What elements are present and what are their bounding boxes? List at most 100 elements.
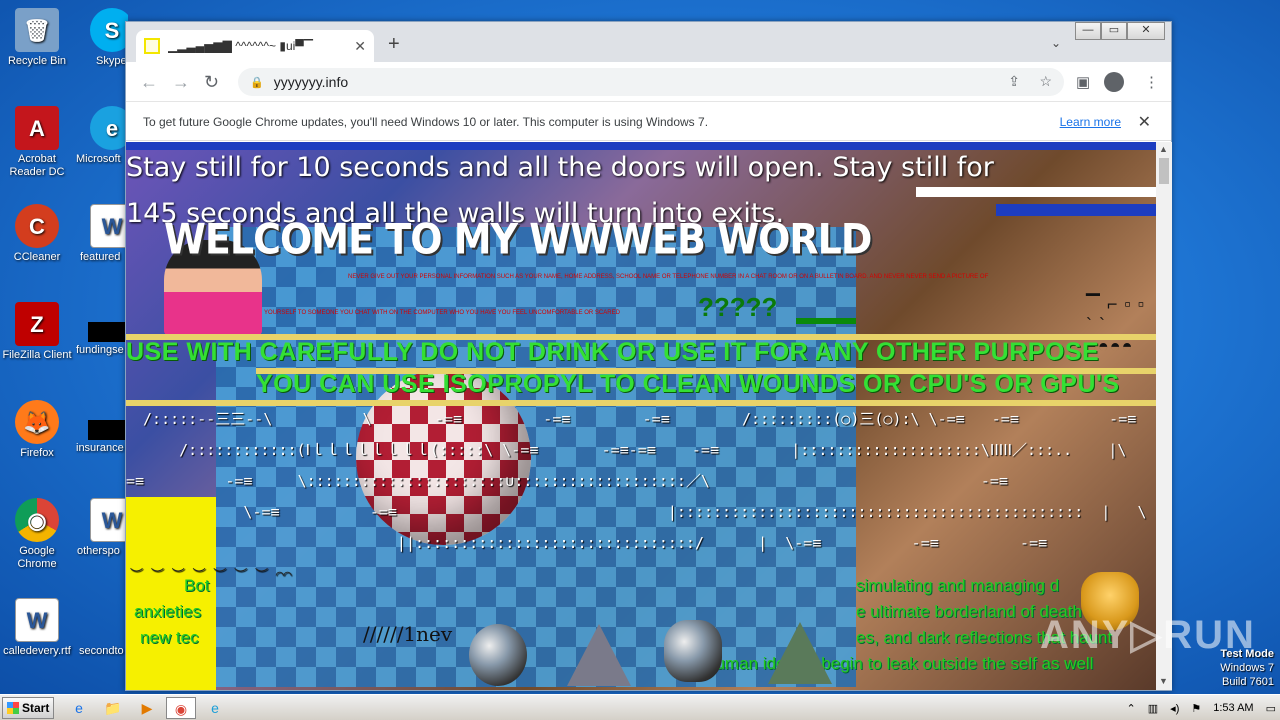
- tab-close-icon[interactable]: ✕: [354, 38, 366, 55]
- volume-icon[interactable]: ◂): [1170, 702, 1179, 715]
- green-text-left: Bot: [184, 576, 210, 595]
- windows-version-text: Windows 7: [1220, 662, 1274, 674]
- maximize-button[interactable]: ▭: [1101, 22, 1127, 40]
- safety-warning-2: YOURSELF TO SOMEONE YOU CHAT WITH ON THE…: [264, 310, 620, 316]
- learn-more-link[interactable]: Learn more: [1060, 115, 1121, 129]
- tray-arrow-icon[interactable]: ⌃: [1127, 702, 1136, 715]
- desktop-icon-label: Recycle Bin: [7, 55, 67, 67]
- pyramid-image: [768, 622, 832, 684]
- explorer-taskbar-icon[interactable]: 📁: [98, 697, 128, 719]
- ascii-art-row: /::::::::::::(Ⅰｌｌｌｌｌｌｌｌ(:::::\ \-=≡ -=≡-…: [179, 441, 1127, 459]
- blue-stripe: [126, 142, 1156, 150]
- forward-button[interactable]: →: [172, 72, 190, 92]
- insurance-icon[interactable]: insurance: [74, 410, 128, 455]
- address-bar[interactable]: 🔒 yyyyyyy.info ⇪ ☆: [238, 68, 1064, 96]
- page-scrollbar[interactable]: ▲ ▼: [1156, 142, 1172, 690]
- share-icon[interactable]: ⇪ ☆: [1008, 73, 1052, 90]
- green-text-right: simulating and managing d: [856, 576, 1060, 595]
- tab-title: ▁▂▃▄▅▆▇ ^^^^^^~ ▮ui▀▔: [168, 39, 314, 53]
- desktop-icon-label: CCleaner: [13, 251, 61, 263]
- show-desktop-icon[interactable]: ▭: [1266, 702, 1276, 715]
- lock-icon[interactable]: 🔒: [250, 76, 264, 89]
- scroll-down-icon[interactable]: ▼: [1159, 676, 1168, 686]
- browser-toolbar: ← → ↻ 🔒 yyyyyyy.info ⇪ ☆ ▣ ⋮: [126, 62, 1171, 102]
- file-thumbnail-icon: [88, 420, 128, 440]
- system-tray: ⌃ ▥ ◂) ⚑ 1:53 AM ▭: [1127, 695, 1280, 720]
- browser-window: ▁▂▃▄▅▆▇ ^^^^^^~ ▮ui▀▔ ✕ + ⌄ — ▭ ✕ ← → ↻ …: [125, 21, 1172, 691]
- update-infobar: To get future Google Chrome updates, you…: [126, 103, 1171, 141]
- desktop-icon-label: featured: [80, 251, 121, 263]
- green-bar: [796, 318, 856, 324]
- ascii-art-row: ||:::::::::::::::::::::::::::::::/ | \-=…: [396, 534, 1048, 552]
- word-doc-icon: W: [90, 498, 128, 542]
- windows-logo-icon: [7, 702, 19, 714]
- clock[interactable]: 1:53 AM: [1213, 702, 1253, 714]
- featured-doc-icon[interactable]: W featured: [74, 204, 128, 264]
- white-stripe: [916, 187, 1156, 197]
- edge-logo-icon: e: [90, 106, 128, 150]
- chrome-taskbar-icon[interactable]: ◉: [166, 697, 196, 719]
- network-icon[interactable]: ▥: [1148, 702, 1158, 715]
- close-window-button[interactable]: ✕: [1127, 22, 1165, 40]
- skype-icon[interactable]: S Skype: [74, 8, 128, 68]
- edge-taskbar-icon[interactable]: e: [200, 697, 230, 719]
- minimize-button[interactable]: —: [1075, 22, 1101, 40]
- firefox-logo-icon: 🦊: [15, 400, 59, 444]
- browser-tab[interactable]: ▁▂▃▄▅▆▇ ^^^^^^~ ▮ui▀▔ ✕: [136, 30, 374, 62]
- word-doc-icon: W: [15, 598, 59, 642]
- desktop-icon-label: insurance: [76, 442, 124, 454]
- ccleaner-icon[interactable]: C CCleaner: [0, 204, 74, 264]
- url-text[interactable]: yyyyyyy.info: [274, 74, 348, 90]
- start-label: Start: [22, 701, 50, 715]
- desktop-icon-label: Firefox: [20, 447, 54, 459]
- recycle-bin-icon[interactable]: 🗑 Recycle Bin: [0, 8, 74, 68]
- google-chrome-icon[interactable]: ◉ Google Chrome: [0, 498, 74, 571]
- warning-line-2: YOU CAN USE ISOPROPYL TO CLEAN WOUNDS OR…: [256, 370, 1120, 398]
- scroll-up-icon[interactable]: ▲: [1159, 144, 1168, 154]
- filezilla-icon[interactable]: Z FileZilla Client: [0, 302, 74, 362]
- side-panel-icon[interactable]: ▣: [1076, 73, 1090, 91]
- trash-icon: 🗑: [15, 8, 59, 52]
- fundingse-icon[interactable]: fundingse: [74, 312, 128, 357]
- microsoft-edge-icon[interactable]: e Microsoft: [74, 106, 128, 166]
- desktop-icon-label: fundingse: [76, 344, 124, 356]
- chrome-logo-icon: ◉: [15, 498, 59, 542]
- ie-taskbar-icon[interactable]: e: [64, 697, 94, 719]
- welcome-heading: WELCOME TO MY WWWEB WORLD: [164, 214, 872, 264]
- firefox-icon[interactable]: 🦊 Firefox: [0, 400, 74, 460]
- desktop-icon-label: Skype: [96, 55, 127, 67]
- action-flag-icon[interactable]: ⚑: [1191, 702, 1201, 715]
- question-marks: ?????: [698, 292, 778, 322]
- desktop-icon-label: Microsoft: [76, 153, 121, 165]
- infobar-close-icon[interactable]: ✕: [1138, 112, 1151, 132]
- tab-search-icon[interactable]: ⌄: [1051, 36, 1061, 50]
- file-thumbnail-icon: [79, 598, 123, 642]
- secondto-icon[interactable]: secondto: [74, 598, 128, 658]
- warning-line-1: USE WITH CAREFULLY DO NOT DRINK OR USE I…: [126, 338, 1100, 366]
- green-text-left: new tec: [140, 628, 199, 647]
- ascii-curves: ︶ ︶ ︶ ︶ ︶ ︶ ︶ ◠◠: [130, 568, 292, 583]
- ascii-art-row: /:::::--三三--\ \ -=≡ -=≡ -=≡ /:::::::::(○…: [134, 410, 1137, 428]
- new-tab-button[interactable]: +: [388, 34, 400, 54]
- menu-kebab-icon[interactable]: ⋮: [1144, 73, 1159, 91]
- test-mode-label: Test Mode Windows 7 Build 7601: [1220, 647, 1274, 689]
- start-button[interactable]: Start: [2, 697, 54, 719]
- acrobat-reader-icon[interactable]: A Acrobat Reader DC: [0, 106, 74, 179]
- web-page-content: Stay still for 10 seconds and all the do…: [126, 142, 1156, 690]
- ccleaner-logo-icon: C: [15, 204, 59, 248]
- slash-text: //////1nev: [363, 622, 453, 646]
- green-text-left: anxieties: [134, 602, 202, 621]
- scroll-thumb[interactable]: [1159, 158, 1169, 184]
- desktop-icon-label: calledevery.rtf: [3, 645, 71, 657]
- reload-button[interactable]: ↻: [204, 72, 219, 92]
- profile-avatar-icon[interactable]: [1104, 72, 1124, 92]
- ascii-art-row: \-=≡ -=≡ |::::::::::::::::::::::::::::::…: [243, 503, 1147, 521]
- test-mode-text: Test Mode: [1220, 648, 1274, 660]
- ascii-art-row: =≡ -=≡ \::::::::::::::::::::::∪:::::::::…: [126, 472, 1008, 490]
- calledevery-rtf-icon[interactable]: W calledevery.rtf: [0, 598, 74, 658]
- back-button[interactable]: ←: [140, 72, 158, 92]
- word-doc-icon: W: [90, 204, 128, 248]
- desktop-icon-label: secondto: [79, 645, 124, 657]
- media-player-taskbar-icon[interactable]: ▶: [132, 697, 162, 719]
- otherspo-doc-icon[interactable]: W otherspo: [74, 498, 128, 558]
